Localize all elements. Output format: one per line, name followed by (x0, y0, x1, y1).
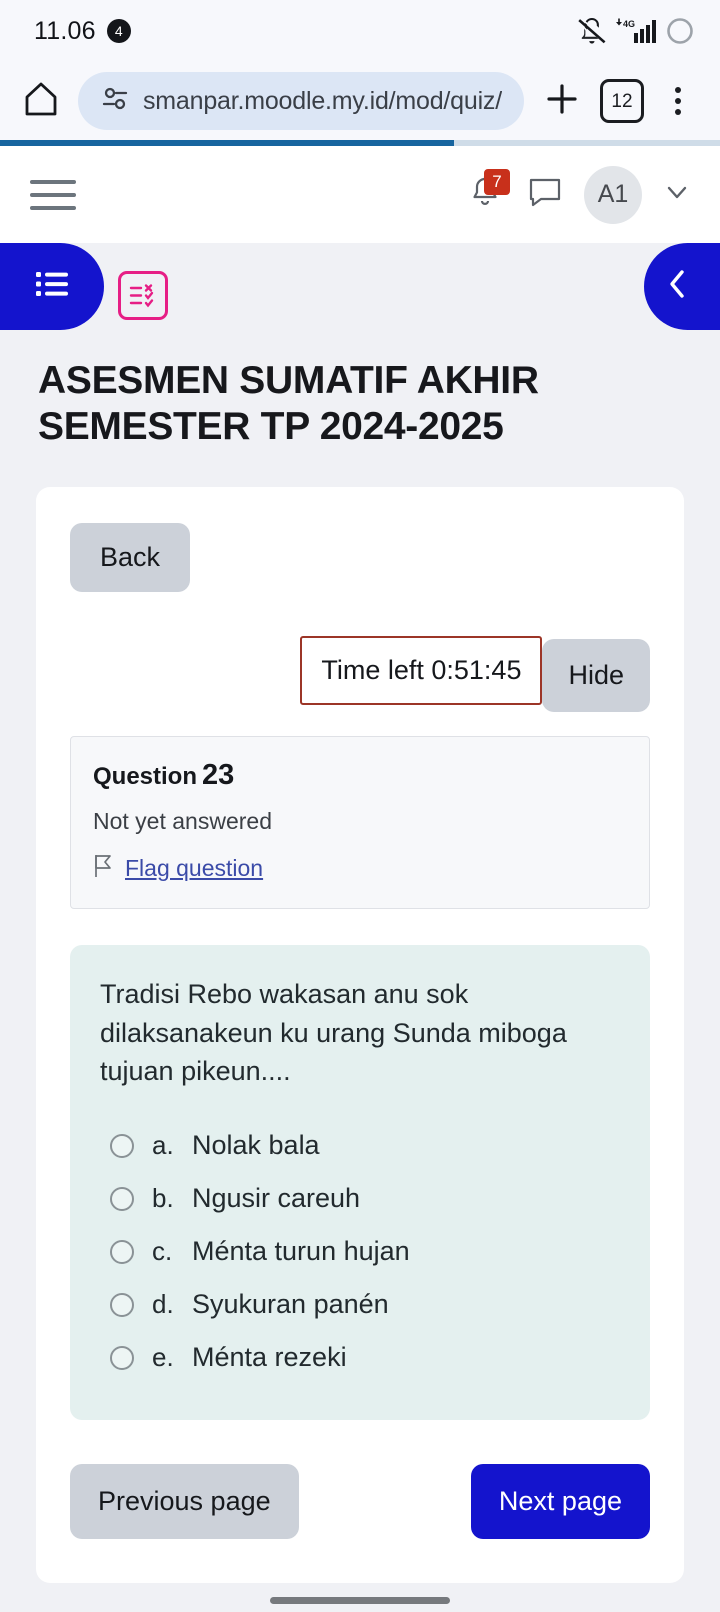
quiz-checklist-icon (118, 271, 168, 320)
answer-letter: d. (152, 1289, 174, 1320)
chevron-left-icon (663, 267, 693, 306)
status-bar-left: 11.06 4 (34, 17, 131, 46)
more-vertical-icon-dot (675, 98, 681, 104)
browser-menu-button[interactable] (658, 77, 698, 125)
notification-count-badge: 4 (106, 19, 131, 43)
answer-text: Nolak bala (192, 1130, 320, 1161)
status-bar: 11.06 4 4G (0, 0, 720, 62)
answer-text: Ménta turun hujan (192, 1236, 410, 1267)
navbar-actions: 7 A1 (464, 165, 690, 224)
url-text: smanpar.moodle.my.id/mod/quiz/atte (143, 86, 502, 115)
more-vertical-icon-dot (675, 109, 681, 115)
drawer-toggle-row (0, 243, 720, 338)
notification-badge: 7 (484, 168, 510, 195)
more-vertical-icon-dot (675, 87, 681, 93)
flag-question-link[interactable]: Flag question (125, 855, 263, 882)
tab-switcher-button[interactable]: 12 (600, 79, 644, 123)
question-text: Tradisi Rebo wakasan anu sok dilaksanake… (100, 979, 567, 1087)
question-heading: Question 23 (93, 759, 627, 792)
answer-radio[interactable] (110, 1345, 134, 1370)
question-body: Tradisi Rebo wakasan anu sok dilaksanake… (70, 945, 650, 1421)
vibrate-off-icon (578, 18, 608, 44)
page-title: ASESMEN SUMATIF AKHIR SEMESTER TP 2024-2… (38, 359, 539, 448)
signal-4g-icon: 4G (615, 17, 659, 45)
answer-options: a. Nolak bala b. Ngusir careuh c. Ménta turun… (98, 1119, 622, 1384)
home-icon (22, 80, 60, 123)
question-label: Question (93, 763, 198, 791)
quiz-navigation-buttons: Previous page Next page (70, 1464, 650, 1540)
hamburger-icon-line (30, 179, 76, 184)
hamburger-icon-line (30, 205, 76, 210)
status-bar-clock: 11.06 (34, 16, 96, 45)
answer-radio[interactable] (110, 1186, 134, 1211)
question-number: 23 (202, 759, 235, 792)
list-icon (32, 267, 72, 306)
answer-text: Ngusir careuh (192, 1183, 361, 1214)
notifications-button[interactable]: 7 (464, 168, 510, 219)
answer-radio[interactable] (110, 1292, 134, 1317)
home-button[interactable] (18, 78, 64, 124)
plus-icon (542, 79, 582, 124)
flag-icon (93, 853, 115, 884)
answer-text: Ménta rezeki (192, 1342, 347, 1373)
question-state: Not yet answered (93, 808, 272, 835)
flag-question-row[interactable]: Flag question (93, 853, 627, 884)
tab-count-label: 12 (611, 90, 633, 112)
site-settings-icon[interactable] (100, 87, 130, 116)
quiz-attempt-card: Back Time left 0:51:45 Hide Question 23 N… (36, 487, 684, 1584)
user-menu-toggle[interactable] (664, 182, 690, 208)
avatar[interactable]: A1 (584, 165, 642, 224)
quiz-timer-row: Time left 0:51:45 Hide (70, 636, 650, 713)
answer-option[interactable]: e. Ménta rezeki (110, 1331, 622, 1384)
answer-letter: b. (152, 1183, 174, 1214)
chevron-down-icon (664, 179, 690, 210)
answer-option[interactable]: c. Ménta turun hujan (110, 1225, 622, 1278)
message-icon (528, 178, 562, 212)
hamburger-icon-line (30, 192, 76, 197)
answer-radio[interactable] (110, 1239, 134, 1264)
answer-option[interactable]: b. Ngusir careuh (110, 1172, 622, 1225)
answer-text: Syukuran panén (192, 1289, 389, 1320)
question-info: Question 23 Not yet answered Flag questio… (70, 736, 650, 910)
answer-option[interactable]: a. Nolak bala (110, 1119, 622, 1172)
avatar-initials: A1 (597, 180, 629, 208)
battery-icon (666, 17, 694, 45)
hide-timer-button[interactable]: Hide (542, 639, 650, 713)
browser-toolbar: smanpar.moodle.my.id/mod/quiz/atte 12 (0, 62, 720, 140)
previous-page-button[interactable]: Previous page (70, 1464, 299, 1540)
answer-letter: c. (152, 1236, 173, 1267)
block-drawer-toggle[interactable] (644, 243, 720, 330)
page-body: ASESMEN SUMATIF AKHIR SEMESTER TP 2024-2… (0, 243, 720, 1612)
answer-letter: e. (152, 1342, 174, 1373)
back-button[interactable]: Back (70, 523, 191, 593)
answer-radio[interactable] (110, 1133, 134, 1158)
new-tab-button[interactable] (538, 77, 586, 125)
course-index-drawer-toggle[interactable] (0, 243, 104, 330)
answer-option[interactable]: d. Syukuran panén (110, 1278, 622, 1331)
next-page-button[interactable]: Next page (470, 1464, 650, 1540)
page-load-progress (0, 140, 720, 146)
url-bar[interactable]: smanpar.moodle.my.id/mod/quiz/atte (78, 72, 524, 130)
answer-letter: a. (152, 1130, 174, 1161)
status-bar-right: 4G (578, 17, 694, 45)
home-indicator (270, 1597, 450, 1604)
page-load-progress-fill (0, 140, 454, 146)
site-navbar: 7 A1 (0, 146, 720, 243)
nav-drawer-toggle[interactable] (30, 169, 82, 221)
svg-text:4G: 4G (623, 19, 635, 29)
messages-button[interactable] (528, 176, 562, 213)
quiz-timer: Time left 0:51:45 (300, 636, 543, 706)
